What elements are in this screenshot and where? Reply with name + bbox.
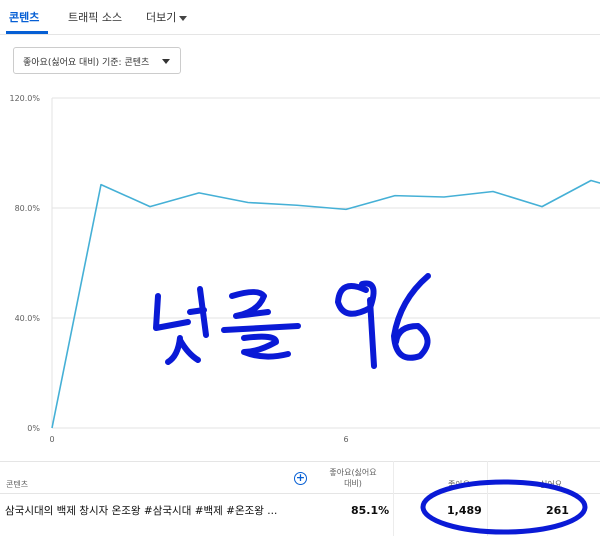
tab-more-label: 더보기 xyxy=(146,11,177,24)
metric-dropdown[interactable]: 좋아요(싫어요 대비) 기준: 콘텐츠 xyxy=(13,47,181,74)
add-column-button[interactable]: + xyxy=(294,472,307,485)
table-header-divider xyxy=(0,493,600,494)
y-tick-label: 120.0% xyxy=(9,94,40,103)
tab-traffic-source[interactable]: 트래픽 소스 xyxy=(68,9,122,25)
header-dislikes[interactable]: 싫어요 xyxy=(540,479,562,490)
y-tick-label: 40.0% xyxy=(15,314,41,323)
header-content[interactable]: 콘텐츠 xyxy=(6,479,28,490)
y-tick-label: 0% xyxy=(27,424,40,433)
header-likes-ratio[interactable]: 좋아요(싫어요 대비) xyxy=(318,467,388,489)
x-tick-label: 6 xyxy=(343,435,348,444)
likes-ratio-value: 85.1% xyxy=(351,504,390,517)
header-likes[interactable]: 좋아요 xyxy=(448,479,470,490)
line-chart: 0% 40.0% 80.0% 120.0% 0 6 xyxy=(9,94,600,444)
tab-bar: 콘텐츠 트래픽 소스 더보기 xyxy=(0,0,600,35)
table-top-divider xyxy=(0,461,600,462)
tab-more[interactable]: 더보기 xyxy=(146,9,188,25)
dislikes-value: 261 xyxy=(546,504,569,517)
y-tick-label: 80.0% xyxy=(15,204,41,213)
header-likes-ratio-line2: 대비) xyxy=(344,479,362,488)
chevron-down-icon xyxy=(179,15,188,21)
header-likes-ratio-line1: 좋아요(싫어요 xyxy=(329,468,377,477)
dropdown-label: 좋아요(싫어요 대비) 기준: 콘텐츠 xyxy=(23,58,150,68)
dropdown-arrow-icon xyxy=(162,59,170,64)
column-divider xyxy=(487,461,488,536)
column-divider xyxy=(393,461,394,536)
likes-value: 1,489 xyxy=(447,504,482,517)
video-title[interactable]: 삼국시대의 백제 창시자 온조왕 #삼국시대 #백제 #온조왕 ... xyxy=(5,503,277,518)
content-table: 콘텐츠 + 좋아요(싫어요 대비) 좋아요 싫어요 삼국시대의 백제 창시자 온… xyxy=(0,461,600,536)
series-line[interactable] xyxy=(51,179,600,429)
tab-content[interactable]: 콘텐츠 xyxy=(9,9,39,25)
active-tab-indicator xyxy=(6,31,48,34)
x-tick-label: 0 xyxy=(49,435,54,444)
